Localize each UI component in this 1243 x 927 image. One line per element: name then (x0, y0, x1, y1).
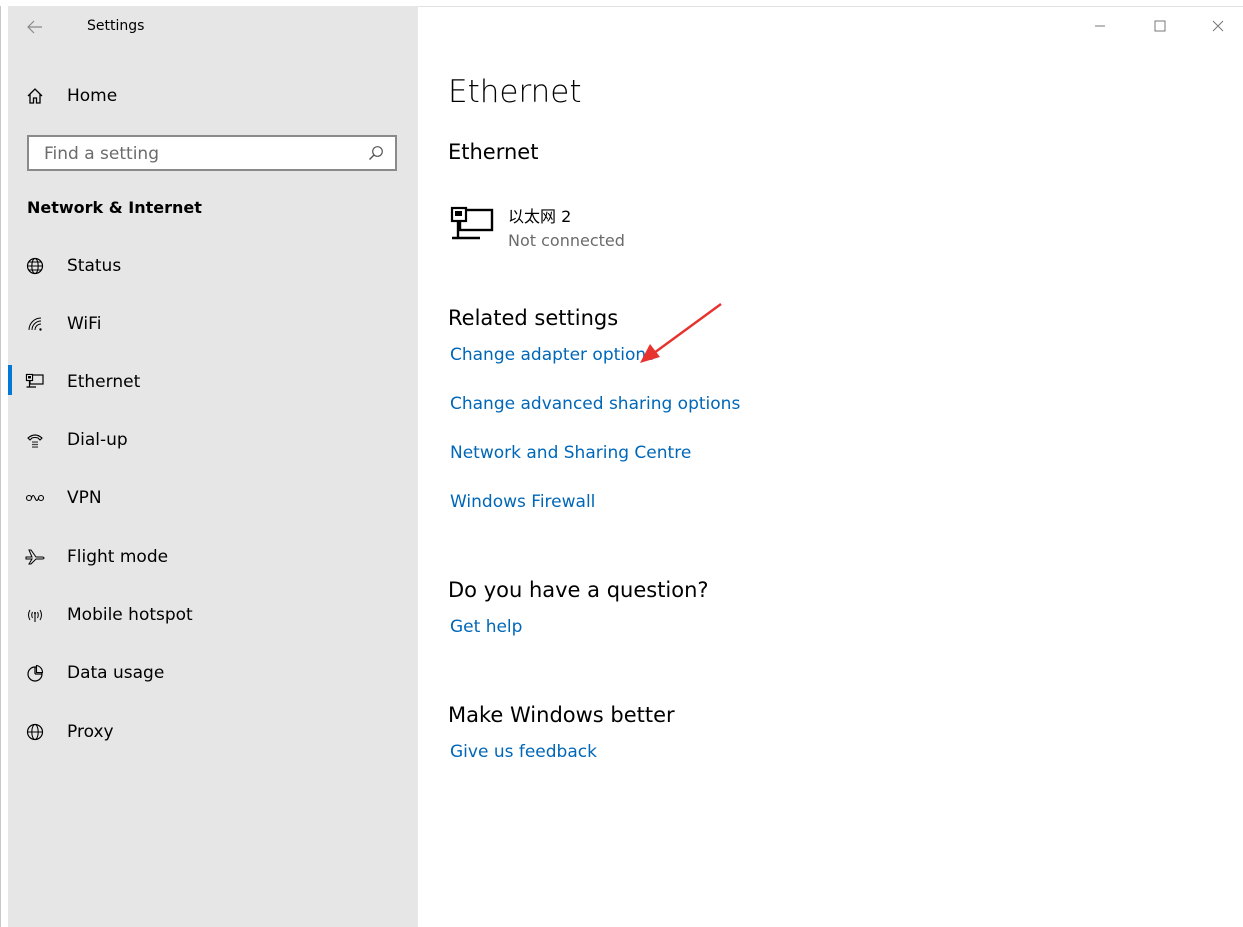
sidebar-item-label: Flight mode (67, 547, 169, 567)
sidebar-item-mobile-hotspot[interactable]: Mobile hotspot (8, 595, 418, 635)
sidebar-item-label: VPN (67, 488, 102, 508)
sidebar-item-vpn[interactable]: VPN (8, 478, 418, 518)
back-arrow-icon (27, 20, 42, 34)
page-title: Ethernet (448, 74, 582, 110)
search-input[interactable]: Find a setting (27, 135, 397, 171)
close-button[interactable] (1195, 10, 1241, 42)
sidebar-item-label: Status (67, 256, 122, 276)
sidebar-section-title: Network & Internet (27, 198, 202, 217)
sidebar-item-label: Mobile hotspot (67, 605, 193, 625)
change-adapter-options-link[interactable]: Change adapter options (450, 345, 655, 365)
globe-proxy-icon (24, 721, 46, 743)
give-feedback-link[interactable]: Give us feedback (450, 742, 597, 762)
windows-firewall-link[interactable]: Windows Firewall (450, 492, 595, 512)
sidebar-item-dial-up[interactable]: Dial-up (8, 420, 418, 460)
home-icon (24, 85, 46, 107)
sidebar-item-data-usage[interactable]: Data usage (8, 653, 418, 693)
sidebar-item-wifi[interactable]: WiFi (8, 304, 418, 344)
app-title: Settings (87, 18, 145, 34)
settings-window: Settings Home Find a setting Network & I… (0, 0, 1243, 927)
dial-up-icon (24, 429, 46, 451)
sidebar-item-label: Dial-up (67, 430, 128, 450)
close-icon (1212, 20, 1224, 32)
back-button[interactable] (18, 12, 52, 42)
hotspot-icon (24, 604, 46, 626)
active-indicator (8, 365, 12, 395)
window-left-edge (0, 6, 1, 927)
network-sharing-centre-link[interactable]: Network and Sharing Centre (450, 443, 691, 463)
ethernet-adapter-icon[interactable] (450, 206, 494, 246)
annotation-arrow-icon (640, 303, 722, 363)
search-placeholder: Find a setting (44, 144, 159, 164)
maximize-button[interactable] (1137, 10, 1183, 42)
make-windows-better-title: Make Windows better (448, 703, 675, 727)
sidebar-item-proxy[interactable]: Proxy (8, 712, 418, 752)
vpn-icon (24, 487, 46, 509)
minimize-icon (1095, 25, 1105, 27)
airplane-icon (24, 546, 46, 568)
globe-status-icon (24, 255, 46, 277)
sidebar-item-flight-mode[interactable]: Flight mode (8, 537, 418, 577)
title-bar-divider (418, 6, 1243, 7)
sidebar-item-label: Proxy (67, 722, 114, 742)
related-settings-title: Related settings (448, 306, 619, 330)
wifi-icon (24, 313, 46, 335)
section-title: Ethernet (448, 140, 539, 164)
sidebar-item-label: Ethernet (67, 372, 141, 392)
ethernet-icon (24, 371, 46, 393)
minimize-button[interactable] (1077, 10, 1123, 42)
question-title: Do you have a question? (448, 578, 709, 602)
sidebar-item-home[interactable]: Home (8, 78, 418, 114)
change-advanced-sharing-link[interactable]: Change advanced sharing options (450, 394, 740, 414)
sidebar-item-status[interactable]: Status (8, 246, 418, 286)
pie-chart-icon (24, 662, 46, 684)
sidebar-item-label: Data usage (67, 663, 165, 683)
sidebar-item-label: Home (67, 86, 118, 106)
maximize-icon (1154, 20, 1166, 32)
search-icon (367, 144, 385, 162)
sidebar-item-ethernet[interactable]: Ethernet (8, 362, 418, 402)
adapter-status: Not connected (508, 231, 625, 250)
sidebar-item-label: WiFi (67, 314, 102, 334)
get-help-link[interactable]: Get help (450, 617, 522, 637)
adapter-name[interactable]: 以太网 2 (508, 203, 571, 227)
